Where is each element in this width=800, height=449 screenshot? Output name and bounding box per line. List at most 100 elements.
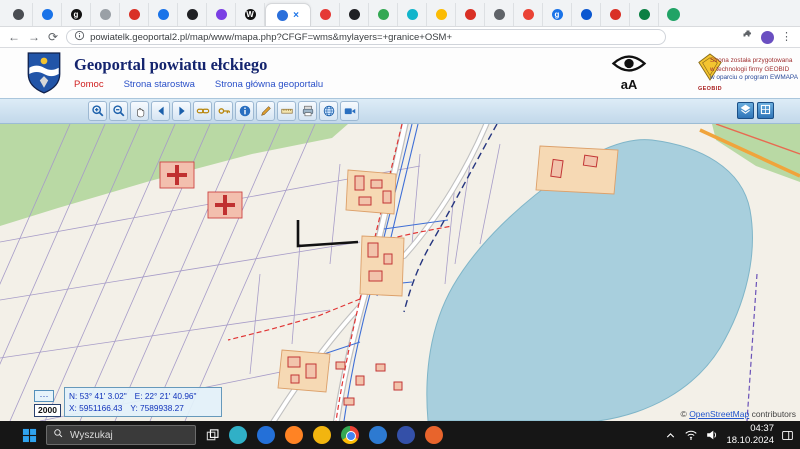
- browser-address-bar: ← → ⟳ powiatelk.geoportal2.pl/map/www/ma…: [0, 27, 800, 48]
- browser-tab[interactable]: [398, 3, 427, 26]
- link-icon: [196, 104, 210, 118]
- map-viewport[interactable]: ··· 2000 N: 53° 41' 3.02" E: 22° 21' 40.9…: [0, 124, 800, 421]
- taskbar-app-firefox[interactable]: [285, 426, 303, 444]
- extensions-puzzle-icon[interactable]: [742, 28, 754, 46]
- camera-icon: [343, 104, 357, 118]
- globe-tool[interactable]: [319, 101, 338, 121]
- network-wifi-icon[interactable]: [684, 428, 698, 442]
- start-button[interactable]: [22, 428, 37, 443]
- geoportal-header: Geoportal powiatu ełckiego Pomoc Strona …: [0, 48, 800, 98]
- print-tool[interactable]: [298, 101, 317, 121]
- geobid-note-line: Strona została przygotowana: [710, 57, 798, 66]
- volume-icon[interactable]: [705, 428, 719, 442]
- county-coat-of-arms: [26, 52, 62, 99]
- extension-circle-icon[interactable]: [667, 8, 680, 21]
- geobid-logo-text: GEOBID: [694, 86, 726, 92]
- browser-tab[interactable]: [427, 3, 456, 26]
- basemap-button[interactable]: [757, 102, 774, 119]
- key-tool[interactable]: [214, 101, 233, 121]
- font-size-label: aA: [608, 77, 650, 92]
- browser-tab[interactable]: [311, 3, 340, 26]
- geobid-note: Strona została przygotowana w technologi…: [710, 57, 798, 83]
- taskbar-app-store[interactable]: [369, 426, 387, 444]
- profile-avatar[interactable]: [761, 31, 774, 44]
- taskbar-clock[interactable]: 04:37 18.10.2024: [726, 423, 774, 447]
- scale-value[interactable]: 2000: [34, 404, 61, 417]
- browser-tab[interactable]: [456, 3, 485, 26]
- geoportal-title: Geoportal powiatu ełckiego: [74, 55, 267, 75]
- osm-link[interactable]: OpenStreetMap: [689, 409, 749, 419]
- coord-e: E: 22° 21' 40.96": [135, 391, 197, 401]
- system-tray: 04:37 18.10.2024: [664, 423, 800, 447]
- browser-tab[interactable]: [514, 3, 543, 26]
- tab-favicon: [13, 9, 24, 20]
- info-tool[interactable]: [235, 101, 254, 121]
- browser-tab[interactable]: [601, 3, 630, 26]
- browser-tab[interactable]: [120, 3, 149, 26]
- link-strona-starostwa[interactable]: Strona starostwa: [124, 79, 195, 90]
- globe-icon: [322, 104, 336, 118]
- link-tool[interactable]: [193, 101, 212, 121]
- task-view-button[interactable]: [205, 428, 220, 443]
- next-view-tool[interactable]: [172, 101, 191, 121]
- browser-menu-icon[interactable]: ⋮: [781, 32, 792, 43]
- print-icon: [301, 104, 315, 118]
- eye-icon: [610, 60, 648, 77]
- accessibility-toggle[interactable]: aA: [608, 54, 650, 92]
- taskbar-search-input[interactable]: Wyszukaj: [46, 425, 196, 445]
- link-pomoc[interactable]: Pomoc: [74, 79, 104, 90]
- browser-tab[interactable]: [178, 3, 207, 26]
- zoom-in-tool[interactable]: [88, 101, 107, 121]
- browser-tab[interactable]: [369, 3, 398, 26]
- camera-tool[interactable]: [340, 101, 359, 121]
- coords-menu-button[interactable]: ···: [34, 390, 54, 402]
- browser-tab[interactable]: [4, 3, 33, 26]
- browser-tab[interactable]: [630, 3, 659, 26]
- browser-tab-active[interactable]: ×: [265, 3, 311, 26]
- measure-ruler-tool[interactable]: [277, 101, 296, 121]
- tab-favicon: [639, 9, 650, 20]
- layers-button[interactable]: [737, 102, 754, 119]
- browser-tab[interactable]: [485, 3, 514, 26]
- search-placeholder: Wyszukaj: [70, 430, 113, 441]
- taskbar-app-edge[interactable]: [229, 426, 247, 444]
- zoom-out-tool[interactable]: [109, 101, 128, 121]
- tab-favicon: [610, 9, 621, 20]
- tab-favicon: [100, 9, 111, 20]
- url-omnibox[interactable]: powiatelk.geoportal2.pl/map/www/mapa.php…: [66, 29, 666, 45]
- tabs-holder: g W × g: [4, 0, 659, 26]
- browser-tab[interactable]: W: [236, 3, 265, 26]
- tray-chevron-up-icon[interactable]: [664, 429, 677, 442]
- previous-view-tool[interactable]: [151, 101, 170, 121]
- tab-close-icon[interactable]: ×: [293, 10, 299, 21]
- back-icon[interactable]: ←: [8, 31, 20, 43]
- taskbar-app-app-yellow[interactable]: [313, 426, 331, 444]
- draw-tool[interactable]: [256, 101, 275, 121]
- browser-tab[interactable]: [33, 3, 62, 26]
- taskbar-app-app-navy[interactable]: [397, 426, 415, 444]
- browser-tab[interactable]: [149, 3, 178, 26]
- browser-tab[interactable]: [572, 3, 601, 26]
- reload-icon[interactable]: ⟳: [48, 31, 58, 43]
- link-strona-glowna[interactable]: Strona główna geoportalu: [215, 79, 323, 90]
- taskbar-app-app-orange[interactable]: [425, 426, 443, 444]
- notification-center-icon[interactable]: [781, 429, 794, 442]
- taskbar-app-app-blue[interactable]: [257, 426, 275, 444]
- browser-tab[interactable]: g: [62, 3, 91, 26]
- coord-n: N: 53° 41' 3.02": [69, 391, 127, 401]
- browser-tab[interactable]: [340, 3, 369, 26]
- tools-holder: [88, 101, 359, 121]
- search-icon: [53, 426, 64, 444]
- tab-favicon: [378, 9, 389, 20]
- taskbar-app-chrome[interactable]: [341, 426, 359, 444]
- page-info-icon[interactable]: [74, 28, 85, 46]
- zoom-out-icon: [112, 104, 126, 118]
- forward-icon[interactable]: →: [28, 31, 40, 43]
- browser-tab[interactable]: [91, 3, 120, 26]
- addressbar-actions: ⋮: [742, 28, 792, 46]
- browser-tab[interactable]: [207, 3, 236, 26]
- zoom-in-icon: [91, 104, 105, 118]
- tab-favicon: [494, 9, 505, 20]
- browser-tab[interactable]: g: [543, 3, 572, 26]
- pan-hand-tool[interactable]: [130, 101, 149, 121]
